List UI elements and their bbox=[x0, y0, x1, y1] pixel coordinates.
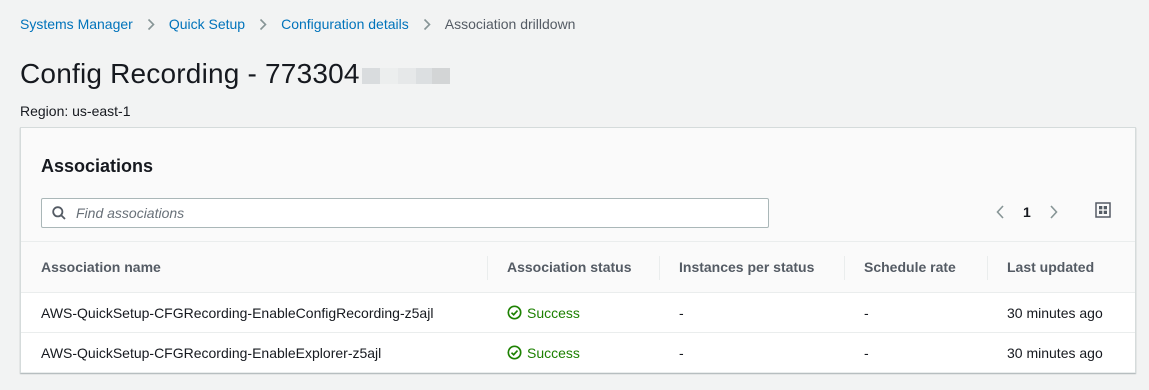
check-circle-icon bbox=[507, 305, 522, 320]
chevron-right-icon bbox=[421, 16, 433, 32]
search-icon bbox=[42, 199, 76, 227]
schedule-rate-cell: - bbox=[864, 304, 869, 321]
page-title: Config Recording - 773304 bbox=[20, 58, 360, 89]
check-circle-icon bbox=[507, 345, 522, 360]
schedule-rate-cell: - bbox=[864, 344, 869, 361]
association-status-cell: Success bbox=[487, 293, 659, 332]
status-badge: Success bbox=[507, 305, 580, 321]
instances-cell: - bbox=[679, 304, 684, 321]
column-header-schedule-rate[interactable]: Schedule rate bbox=[844, 242, 987, 292]
associations-panel: Associations 1 Association name Associat… bbox=[20, 127, 1136, 373]
chevron-right-icon bbox=[145, 16, 157, 32]
association-status-cell: Success bbox=[487, 333, 659, 372]
page-title-wrap: Config Recording - 773304 bbox=[20, 58, 450, 90]
panel-title: Associations bbox=[41, 156, 154, 176]
association-name-cell: AWS-QuickSetup-CFGRecording-EnableConfig… bbox=[41, 304, 434, 321]
column-header-association-name[interactable]: Association name bbox=[21, 242, 487, 292]
chevron-right-icon[interactable] bbox=[1047, 202, 1061, 222]
status-text: Success bbox=[527, 344, 580, 361]
breadcrumb-configuration-details[interactable]: Configuration details bbox=[281, 16, 409, 32]
column-header-instances-per-status[interactable]: Instances per status bbox=[659, 242, 844, 292]
association-name-cell: AWS-QuickSetup-CFGRecording-EnableExplor… bbox=[41, 344, 382, 361]
table-row[interactable]: AWS-QuickSetup-CFGRecording-EnableExplor… bbox=[21, 333, 1135, 373]
column-header-association-status[interactable]: Association status bbox=[487, 242, 659, 292]
pagination: 1 bbox=[993, 202, 1061, 222]
instances-cell: - bbox=[679, 344, 684, 361]
last-updated-cell: 30 minutes ago bbox=[1007, 304, 1103, 321]
search-input[interactable] bbox=[76, 200, 756, 226]
breadcrumb-systems-manager[interactable]: Systems Manager bbox=[20, 16, 133, 32]
last-updated-cell: 30 minutes ago bbox=[1007, 344, 1103, 361]
column-header-last-updated[interactable]: Last updated bbox=[987, 242, 1135, 292]
page-number[interactable]: 1 bbox=[1023, 204, 1031, 220]
chevron-left-icon[interactable] bbox=[993, 202, 1007, 222]
redaction-blur bbox=[361, 58, 450, 90]
status-badge: Success bbox=[507, 345, 580, 361]
breadcrumb: Systems Manager Quick Setup Configuratio… bbox=[20, 16, 575, 32]
status-text: Success bbox=[527, 304, 580, 321]
associations-table: Association name Association status Inst… bbox=[21, 241, 1135, 373]
chevron-right-icon bbox=[257, 16, 269, 32]
breadcrumb-current: Association drilldown bbox=[444, 16, 576, 32]
search-box[interactable] bbox=[41, 198, 769, 228]
region-label: Region: us-east-1 bbox=[20, 103, 131, 119]
table-header: Association name Association status Inst… bbox=[21, 241, 1135, 293]
table-row[interactable]: AWS-QuickSetup-CFGRecording-EnableConfig… bbox=[21, 293, 1135, 333]
breadcrumb-quick-setup[interactable]: Quick Setup bbox=[169, 16, 245, 32]
settings-grid-icon[interactable] bbox=[1095, 202, 1113, 220]
